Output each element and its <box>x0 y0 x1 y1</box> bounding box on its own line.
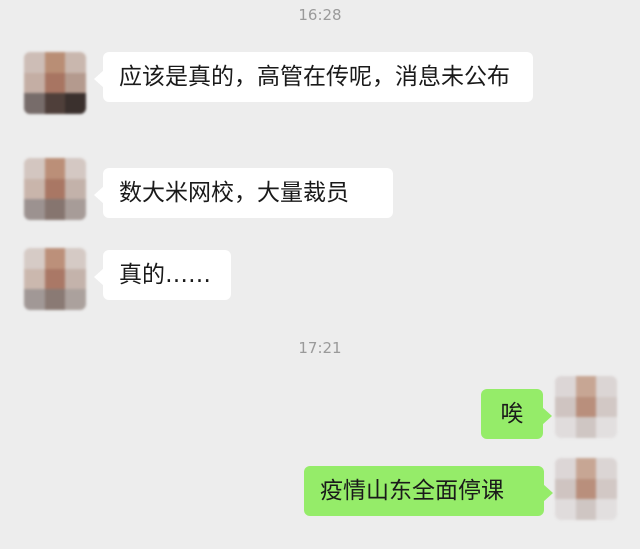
message-text: 疫情山东全面停课 <box>320 478 504 504</box>
message-text: 真的…… <box>119 262 211 288</box>
timestamp: 17:21 <box>298 339 342 357</box>
message-text: 唉 <box>500 401 524 427</box>
contact-avatar[interactable] <box>24 248 86 310</box>
timestamp: 16:28 <box>298 6 342 24</box>
message-bubble-incoming[interactable]: 应该是真的，高管在传呢，消息未公布 <box>94 52 533 102</box>
my-avatar[interactable] <box>555 376 617 438</box>
message-text: 数大米网校，大量裁员 <box>119 180 349 206</box>
message-bubble-incoming[interactable]: 真的…… <box>94 250 231 300</box>
message-text: 应该是真的，高管在传呢，消息未公布 <box>119 64 510 90</box>
message-bubble-outgoing[interactable]: 唉 <box>481 389 552 439</box>
message-bubble-outgoing[interactable]: 疫情山东全面停课 <box>304 466 553 516</box>
my-avatar[interactable] <box>555 458 617 520</box>
contact-avatar[interactable] <box>24 158 86 220</box>
contact-avatar[interactable] <box>24 52 86 114</box>
message-bubble-incoming[interactable]: 数大米网校，大量裁员 <box>94 168 393 218</box>
